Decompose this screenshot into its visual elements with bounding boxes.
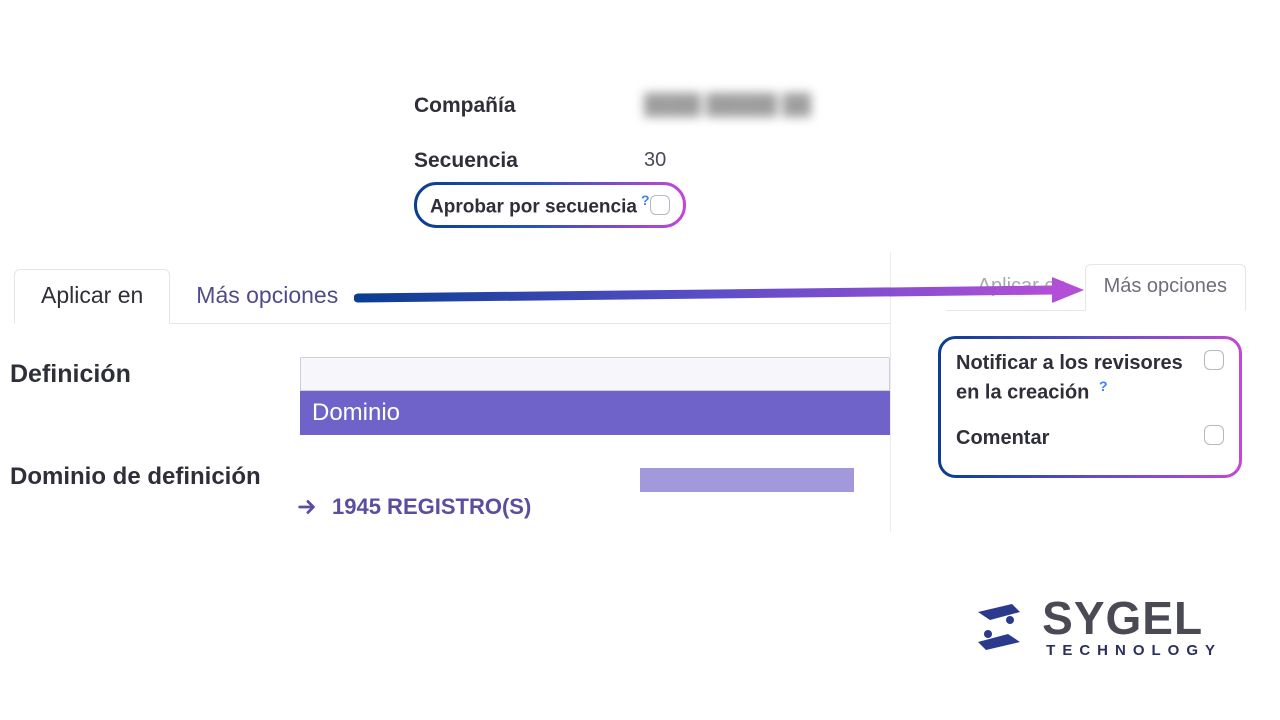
company-label: Compañía bbox=[414, 94, 644, 118]
domain-dropdown: Dominio bbox=[300, 391, 890, 435]
domain-input[interactable] bbox=[300, 357, 890, 391]
records-count: 1945 REGISTRO(S) bbox=[332, 494, 531, 520]
notify-reviewers-checkbox[interactable] bbox=[1204, 350, 1224, 370]
company-value: ████ █████ ██ bbox=[644, 94, 811, 117]
sequence-row: Secuencia 30 bbox=[414, 133, 874, 188]
tab-more-options-left[interactable]: Más opciones bbox=[170, 270, 364, 323]
sequence-value: 30 bbox=[644, 149, 666, 172]
domain-option[interactable]: Dominio bbox=[300, 391, 890, 435]
brand-subtitle: TECHNOLOGY bbox=[1046, 643, 1222, 658]
brand-text: SYGEL TECHNOLOGY bbox=[1042, 595, 1222, 658]
sequence-label: Secuencia bbox=[414, 149, 644, 173]
records-link[interactable]: 1945 REGISTRO(S) bbox=[296, 494, 531, 520]
help-icon[interactable]: ? bbox=[1099, 378, 1108, 394]
brand-logo: SYGEL TECHNOLOGY bbox=[970, 595, 1222, 658]
vertical-separator bbox=[890, 252, 891, 532]
top-form: Compañía ████ █████ ██ Secuencia 30 bbox=[414, 78, 874, 188]
options-card: Notificar a los revisores en la creación… bbox=[938, 336, 1242, 478]
approve-by-sequence-checkbox[interactable] bbox=[650, 195, 670, 215]
tab-apply-in[interactable]: Aplicar en bbox=[14, 269, 170, 324]
definition-label: Definición bbox=[10, 360, 300, 389]
brand-name: SYGEL bbox=[1042, 595, 1222, 641]
arrow-right-icon bbox=[296, 496, 318, 518]
notify-reviewers-label: Notificar a los revisores en la creación… bbox=[956, 350, 1186, 407]
help-icon[interactable]: ? bbox=[641, 192, 650, 208]
tab-apply-in-right[interactable]: Aplicar en bbox=[960, 265, 1085, 310]
notify-reviewers-row: Notificar a los revisores en la creación… bbox=[956, 350, 1224, 407]
comment-row: Comentar bbox=[956, 425, 1224, 452]
approve-by-sequence-row: Aprobar por secuencia? bbox=[414, 182, 686, 228]
tab-more-options-right[interactable]: Más opciones bbox=[1085, 264, 1246, 311]
partial-button-placeholder bbox=[640, 468, 854, 492]
approve-by-sequence-label: Aprobar por secuencia? bbox=[430, 192, 650, 218]
company-row: Compañía ████ █████ ██ bbox=[414, 78, 874, 133]
sygel-mark-icon bbox=[970, 598, 1028, 656]
comment-checkbox[interactable] bbox=[1204, 425, 1224, 445]
tabs-right: Aplicar en Más opciones bbox=[946, 261, 1246, 311]
tabs-left: Aplicar en Más opciones bbox=[14, 268, 890, 324]
domain-combobox[interactable]: Dominio bbox=[300, 357, 890, 435]
definition-domain-label: Dominio de definición bbox=[10, 463, 300, 491]
comment-label: Comentar bbox=[956, 425, 1049, 452]
